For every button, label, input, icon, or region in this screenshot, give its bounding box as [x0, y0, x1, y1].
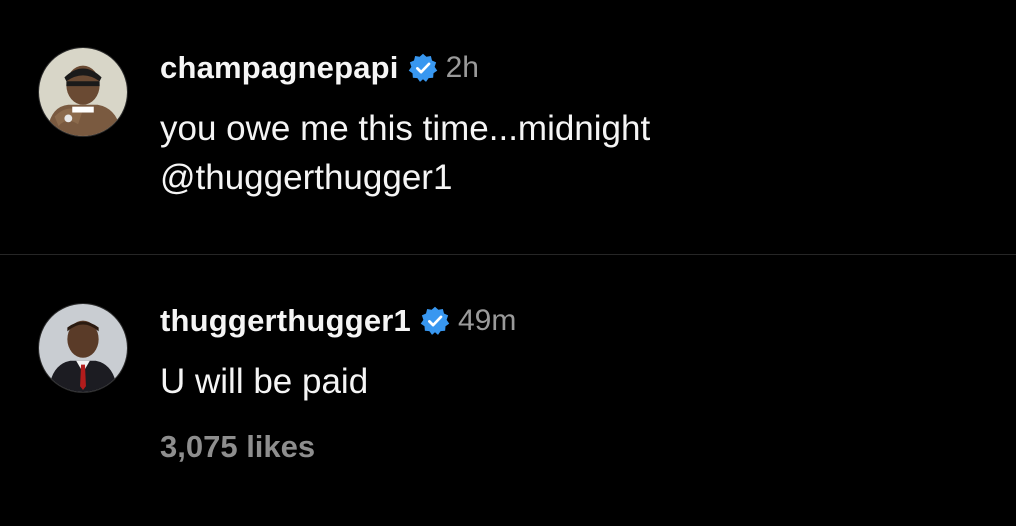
- comment-text-line: U will be paid: [160, 362, 369, 401]
- avatar[interactable]: [38, 303, 128, 393]
- comments-screen: champagnepapi 2h you owe me this time...…: [0, 0, 1016, 526]
- likes-count[interactable]: 3,075 likes: [160, 429, 315, 465]
- comment-header: champagnepapi 2h: [160, 50, 479, 86]
- comment-text: U will be paid: [160, 357, 368, 406]
- timestamp: 49m: [458, 304, 517, 337]
- verified-badge-icon: [408, 53, 438, 83]
- username[interactable]: thuggerthugger1: [160, 303, 411, 339]
- timestamp: 2h: [445, 51, 479, 84]
- profile-photo-icon: [39, 48, 127, 136]
- comment-header: thuggerthugger1 49m: [160, 303, 516, 339]
- username[interactable]: champagnepapi: [160, 50, 399, 86]
- comment-text-line: you owe me this time...midnight: [160, 109, 651, 148]
- comment-text: you owe me this time...midnight @thugger…: [160, 104, 650, 202]
- comment-item: thuggerthugger1 49m U will be paid 3,075…: [0, 255, 1016, 526]
- verified-badge-icon: [420, 306, 450, 336]
- mention-link[interactable]: @thuggerthugger1: [160, 153, 650, 202]
- profile-photo-icon: [39, 304, 127, 392]
- avatar[interactable]: [38, 47, 128, 137]
- comment-item: champagnepapi 2h you owe me this time...…: [0, 0, 1016, 254]
